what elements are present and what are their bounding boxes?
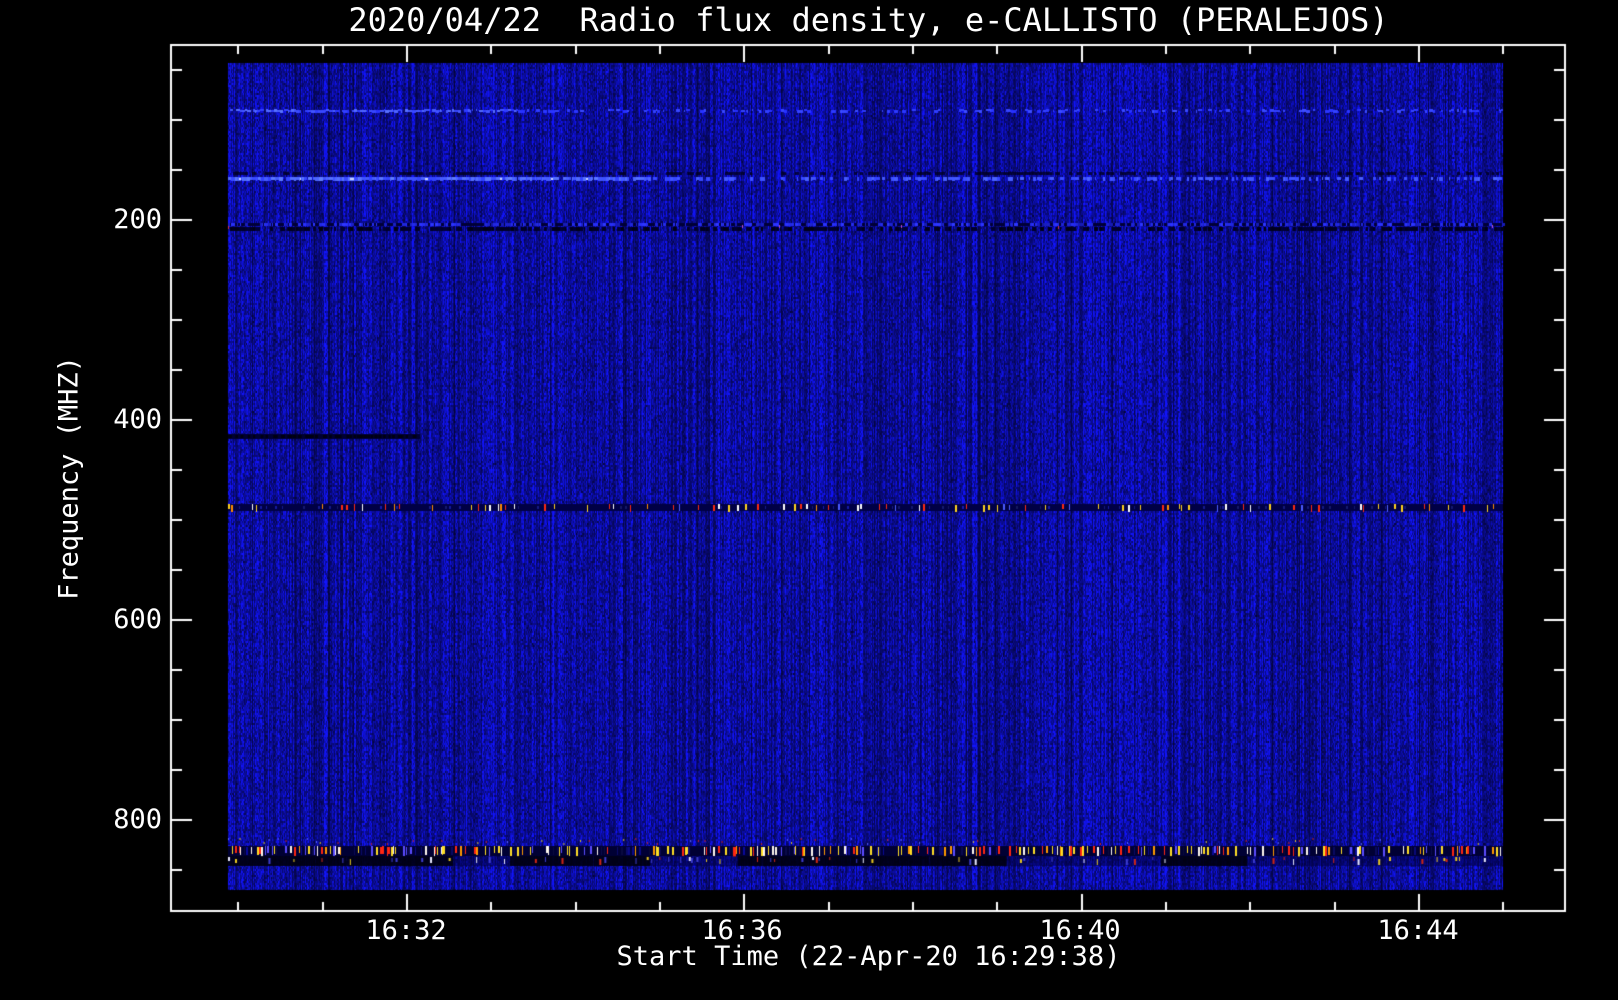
y-tick-label-800: 800 [113,804,162,835]
y-axis-label: Frequency (MHZ) [53,356,85,600]
y-tick-label-600: 600 [113,604,162,635]
spectrogram-canvas [0,0,1618,1000]
y-tick-label-400: 400 [113,404,162,435]
spectrogram-page: { "chart_data": { "type": "heatmap", "ti… [0,0,1618,1000]
x-axis-label: Start Time (22-Apr-20 16:29:38) [616,941,1121,972]
y-tick-label-200: 200 [113,204,162,235]
